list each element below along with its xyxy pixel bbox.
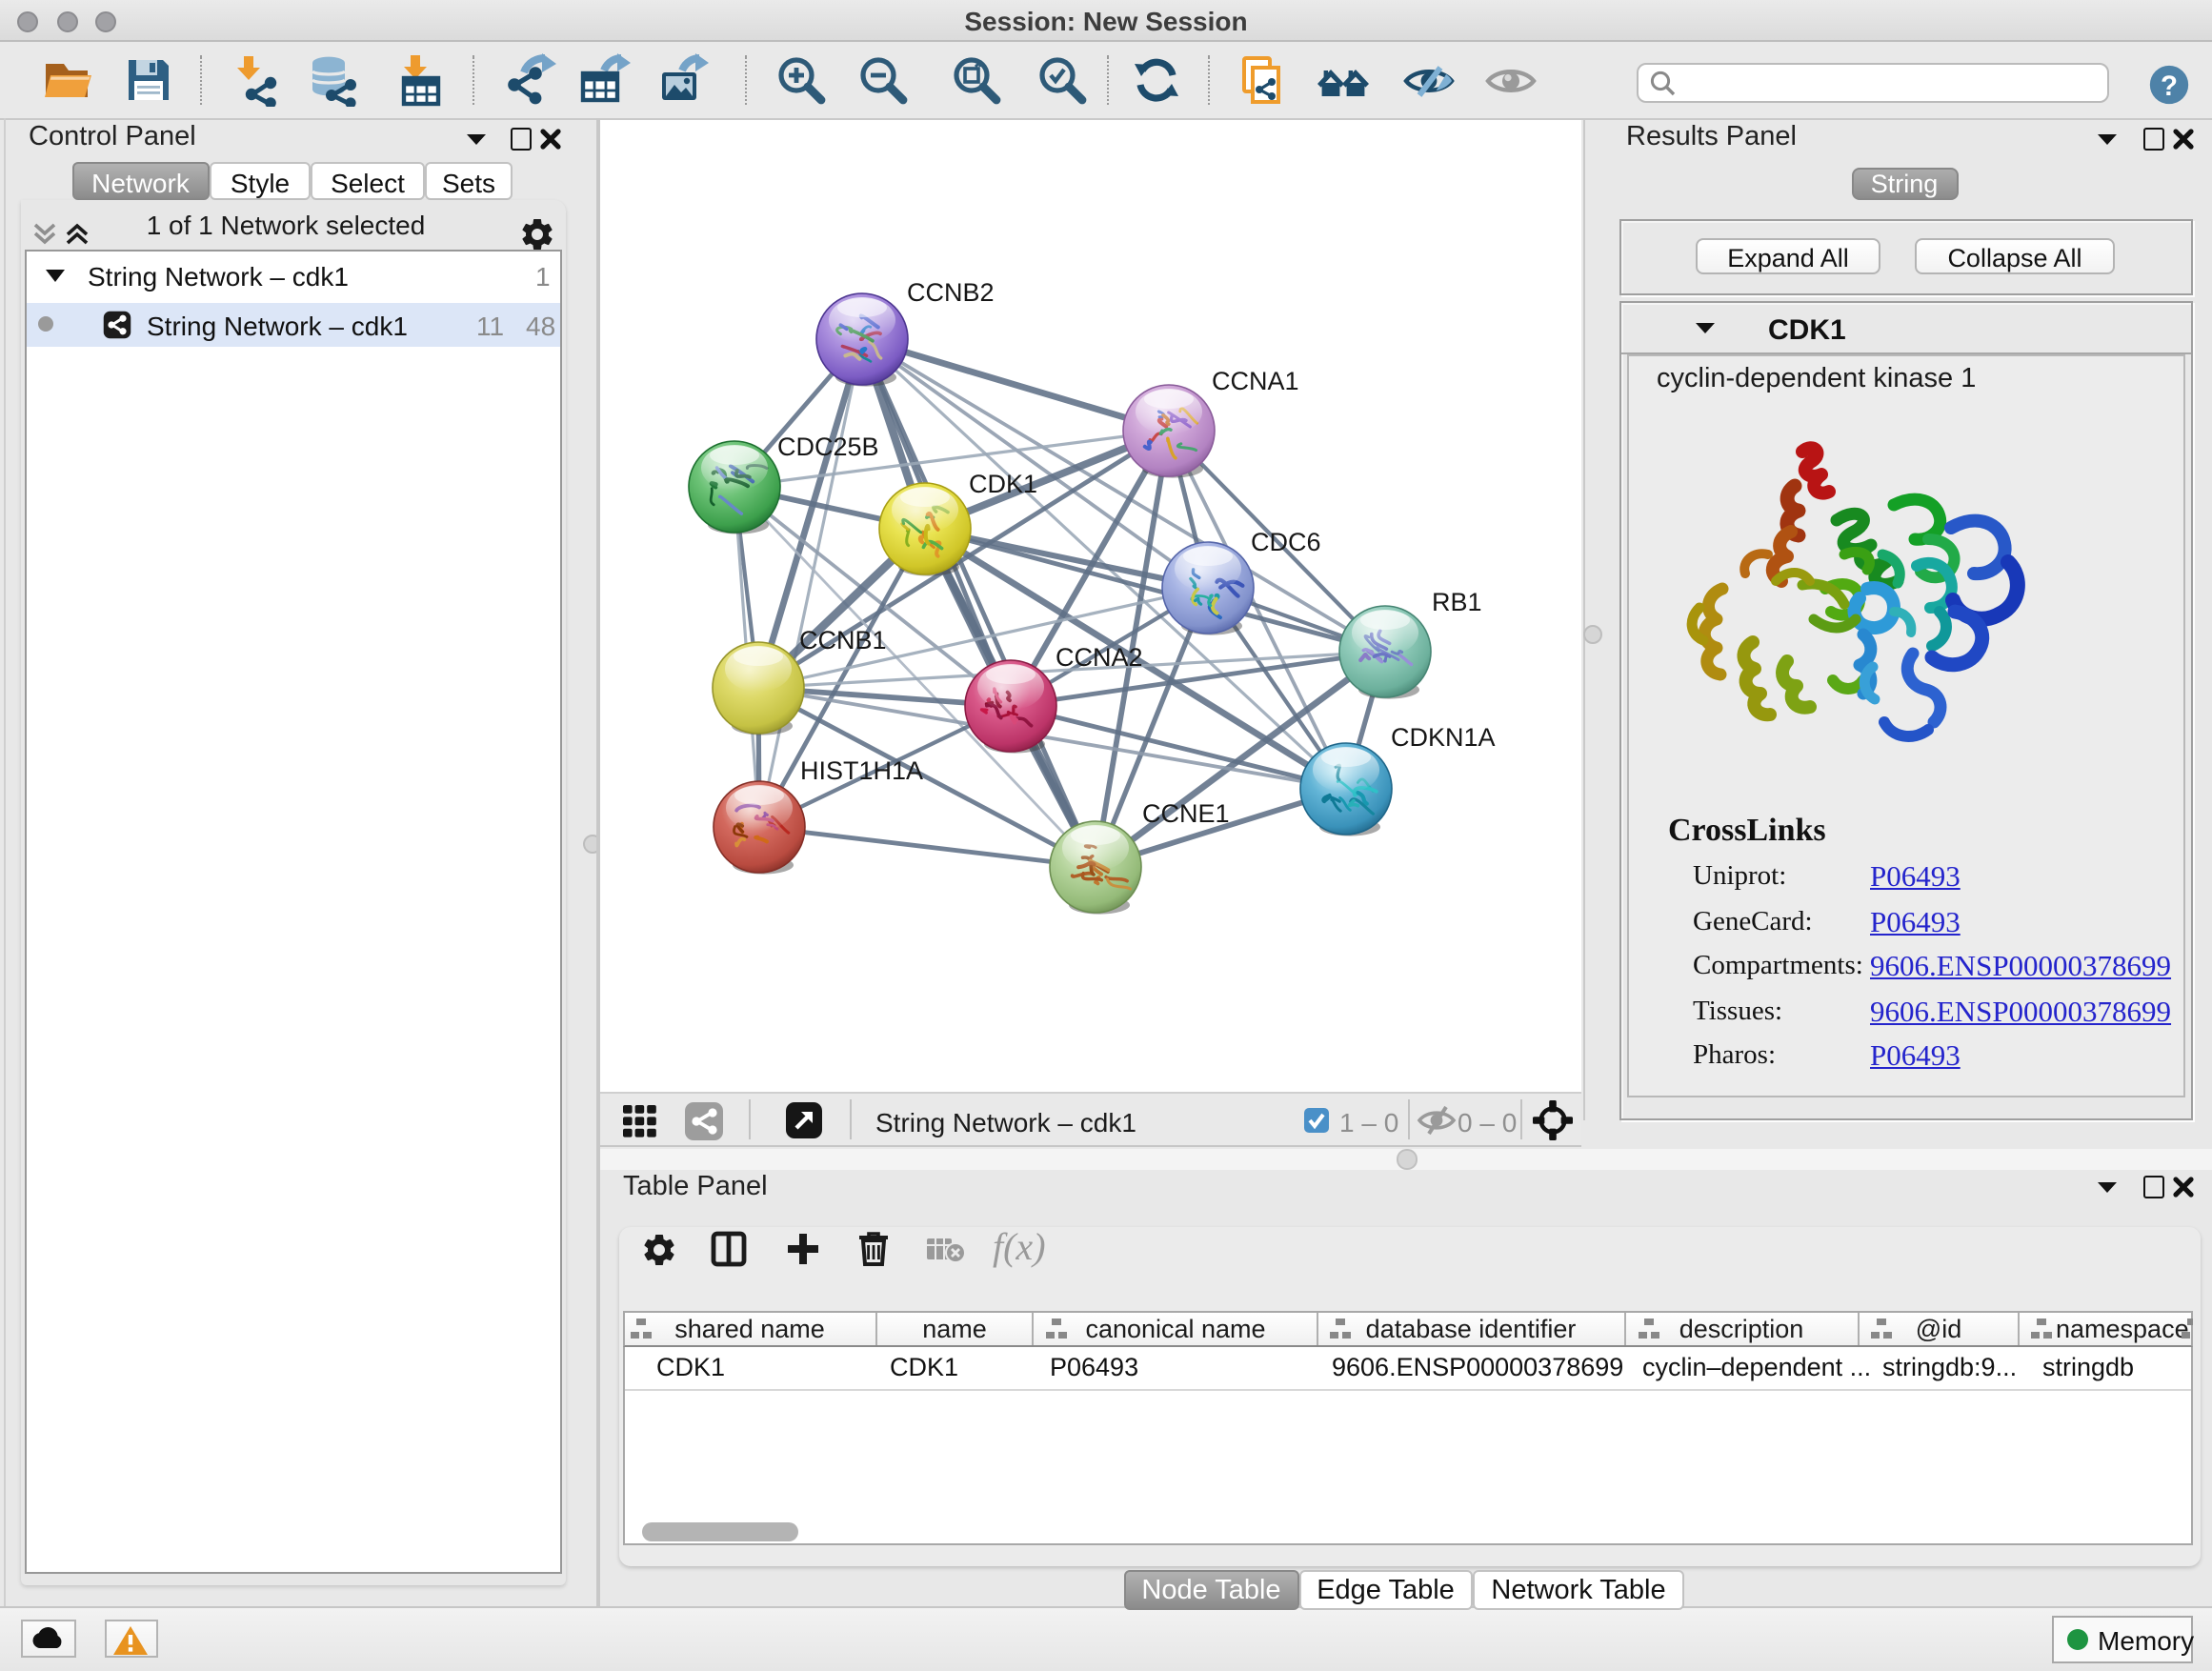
svg-text:CCNE1: CCNE1 xyxy=(1141,799,1229,828)
svg-text:CCNB1: CCNB1 xyxy=(798,626,886,654)
svg-text:database identifier: database identifier xyxy=(1365,1315,1576,1343)
svg-text:HIST1H1A: HIST1H1A xyxy=(799,756,922,785)
svg-text:name: name xyxy=(921,1315,986,1343)
svg-text:canonical name: canonical name xyxy=(1084,1315,1264,1343)
svg-text:CDK1: CDK1 xyxy=(968,470,1036,498)
svg-text:shared name: shared name xyxy=(674,1315,824,1343)
svg-text:?: ? xyxy=(2161,70,2178,101)
svg-text:CCNB2: CCNB2 xyxy=(906,278,994,307)
svg-text:CCNA1: CCNA1 xyxy=(1211,367,1298,395)
svg-text:CDC6: CDC6 xyxy=(1250,528,1320,556)
svg-text:namespace: namespace xyxy=(2055,1315,2188,1343)
svg-text:CCNA2: CCNA2 xyxy=(1055,643,1142,672)
svg-text:RB1: RB1 xyxy=(1431,588,1481,616)
svg-text:@id: @id xyxy=(1915,1315,1961,1343)
svg-text:CDC25B: CDC25B xyxy=(776,433,878,461)
svg-text:CDKN1A: CDKN1A xyxy=(1390,723,1495,752)
svg-text:description: description xyxy=(1679,1315,1803,1343)
